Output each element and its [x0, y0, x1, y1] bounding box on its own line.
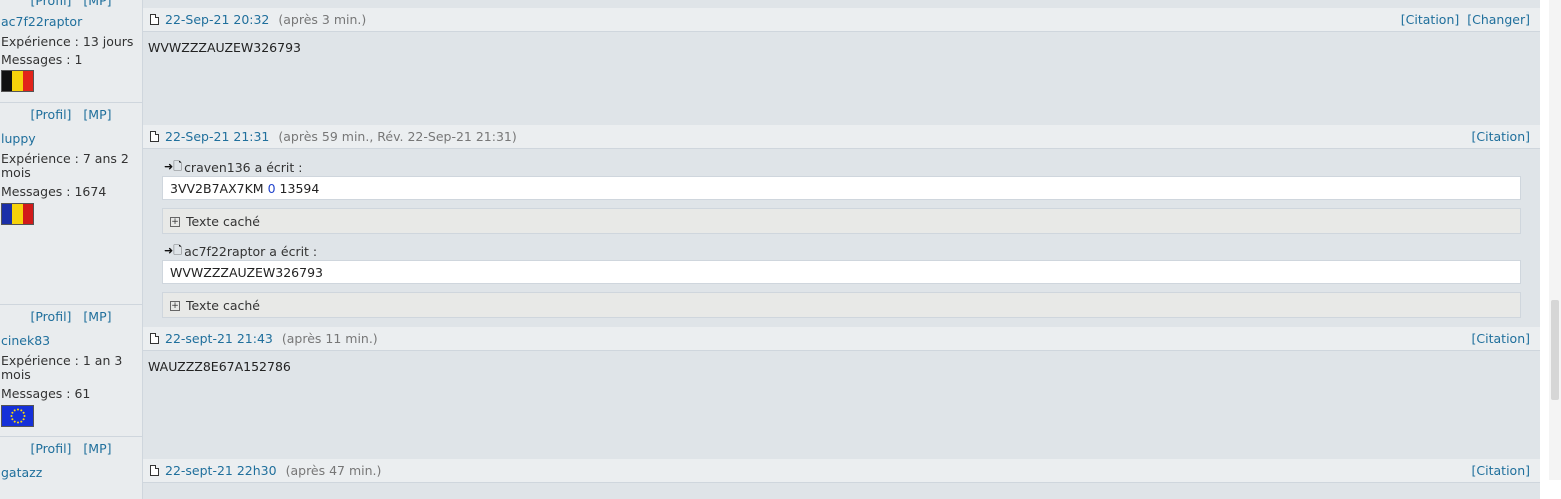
post-header: 22-Sep-21 21:31 (après 59 min., Rév. 22-… — [143, 125, 1540, 149]
quote-text: WVWZZZAUZEW326793 — [170, 264, 323, 280]
quote-author: ➜🗋 craven136 a écrit : — [164, 158, 302, 177]
experience: Expérience : 13 jours — [1, 34, 134, 49]
post: gatazz 22-sept-21 22h30 (après 47 min.) … — [0, 459, 1540, 499]
mp-link[interactable]: [MP] — [83, 309, 111, 324]
citation-link[interactable]: [Citation] — [1472, 331, 1530, 346]
user-links: [Profil] [MP] — [0, 436, 142, 459]
post: ac7f22raptor Expérience : 13 jours Messa… — [0, 8, 1540, 126]
post-body: 22-Sep-21 20:32 (après 3 min.) [Citation… — [143, 8, 1540, 125]
post-actions: [Citation] — [1468, 331, 1530, 346]
profil-link[interactable]: [Profil] — [30, 441, 71, 456]
arrow-doc-icon: ➜🗋 — [164, 160, 183, 173]
arrow-doc-icon: ➜🗋 — [164, 244, 183, 257]
post-date-link[interactable]: 22-Sep-21 20:32 — [165, 12, 269, 27]
post-meta: (après 11 min.) — [281, 331, 378, 346]
post-header: 22-sept-21 22h30 (après 47 min.) [Citati… — [143, 459, 1540, 483]
quote-author: ➜🗋 ac7f22raptor a écrit : — [164, 242, 317, 261]
profil-link[interactable]: [Profil] — [30, 0, 71, 8]
citation-link[interactable]: [Citation] — [1472, 129, 1530, 144]
hidden-text-label: Texte caché — [186, 213, 260, 229]
post-date-link[interactable]: 22-sept-21 22h30 — [165, 463, 277, 478]
sidebar: ac7f22raptor Expérience : 13 jours Messa… — [0, 8, 143, 125]
post-body: 22-sept-21 22h30 (après 47 min.) [Citati… — [143, 459, 1540, 499]
user-links: [Profil] [MP] — [0, 0, 142, 8]
post-header: 22-Sep-21 20:32 (après 3 min.) [Citation… — [143, 8, 1540, 32]
username-link[interactable]: luppy — [1, 131, 36, 146]
belgium-flag — [1, 70, 34, 92]
quote-box: WVWZZZAUZEW326793 — [162, 260, 1521, 284]
username-link[interactable]: gatazz — [1, 465, 42, 480]
post-meta: (après 47 min.) — [285, 463, 382, 478]
post-meta: (après 3 min.) — [278, 12, 367, 27]
eu-flag — [1, 405, 34, 427]
romania-flag — [1, 203, 34, 225]
sidebar: luppy Expérience : 7 ans 2 mois Messages… — [0, 125, 143, 327]
post-actions: [Citation] — [1468, 129, 1530, 144]
mp-link[interactable]: [MP] — [83, 0, 111, 8]
scrollbar[interactable] — [1549, 0, 1561, 480]
mp-link[interactable]: [MP] — [83, 441, 111, 456]
quote-text: 3VV2B7AX7KM — [170, 180, 264, 196]
post: luppy Expérience : 7 ans 2 mois Messages… — [0, 125, 1540, 328]
expand-plus-icon: + — [170, 300, 180, 311]
changer-link[interactable]: [Changer] — [1467, 12, 1530, 27]
post-actions: [Citation] [Changer] — [1397, 12, 1530, 27]
experience: Expérience : 1 an 3 mois — [1, 353, 123, 382]
hidden-text-toggle[interactable]: + Texte caché — [162, 292, 1521, 318]
post-actions: [Citation] — [1468, 463, 1530, 478]
profil-link[interactable]: [Profil] — [30, 107, 71, 122]
quote-highlight: 0 — [267, 180, 276, 196]
post-body: 22-sept-21 21:43 (après 11 min.) [Citati… — [143, 327, 1540, 459]
post-body: 22-Sep-21 21:31 (après 59 min., Rév. 22-… — [143, 125, 1540, 327]
hidden-text-label: Texte caché — [186, 297, 260, 313]
post-text: WVWZZZAUZEW326793 — [148, 40, 301, 55]
quote-text: 13594 — [279, 180, 320, 196]
document-icon — [150, 14, 159, 25]
mp-link[interactable]: [MP] — [83, 107, 111, 122]
quote-box: 3VV2B7AX7KM 0 13594 — [162, 176, 1521, 200]
citation-link[interactable]: [Citation] — [1472, 463, 1530, 478]
post-date-link[interactable]: 22-Sep-21 21:31 — [165, 129, 269, 144]
expand-plus-icon: + — [170, 216, 180, 227]
citation-link[interactable]: [Citation] — [1401, 12, 1459, 27]
sidebar: gatazz — [0, 459, 143, 499]
quote-author-text: craven136 a écrit : — [184, 160, 303, 175]
document-icon — [150, 465, 159, 476]
post-header: 22-sept-21 21:43 (après 11 min.) [Citati… — [143, 327, 1540, 351]
experience: Expérience : 7 ans 2 mois — [1, 151, 129, 180]
sidebar: [Profil] [MP] — [0, 0, 143, 8]
post-body — [143, 0, 1540, 8]
user-links: [Profil] [MP] — [0, 304, 142, 327]
sidebar: cinek83 Expérience : 1 an 3 mois Message… — [0, 327, 143, 459]
eu-stars-icon — [10, 408, 25, 424]
post-text: WAUZZZ8E67A152786 — [148, 359, 291, 374]
username-link[interactable]: ac7f22raptor — [1, 14, 82, 29]
user-links: [Profil] [MP] — [0, 102, 142, 125]
post: cinek83 Expérience : 1 an 3 mois Message… — [0, 327, 1540, 460]
profil-link[interactable]: [Profil] — [30, 309, 71, 324]
post-date-link[interactable]: 22-sept-21 21:43 — [165, 331, 273, 346]
username-link[interactable]: cinek83 — [1, 333, 50, 348]
scrollbar-thumb[interactable] — [1551, 300, 1559, 400]
message-count: Messages : 1 — [1, 52, 83, 67]
message-count: Messages : 1674 — [1, 184, 107, 199]
message-count: Messages : 61 — [1, 386, 91, 401]
post-meta: (après 59 min., Rév. 22-Sep-21 21:31) — [278, 129, 517, 144]
document-icon — [150, 333, 159, 344]
quote-author-text: ac7f22raptor a écrit : — [184, 244, 318, 259]
document-icon — [150, 131, 159, 142]
hidden-text-toggle[interactable]: + Texte caché — [162, 208, 1521, 234]
